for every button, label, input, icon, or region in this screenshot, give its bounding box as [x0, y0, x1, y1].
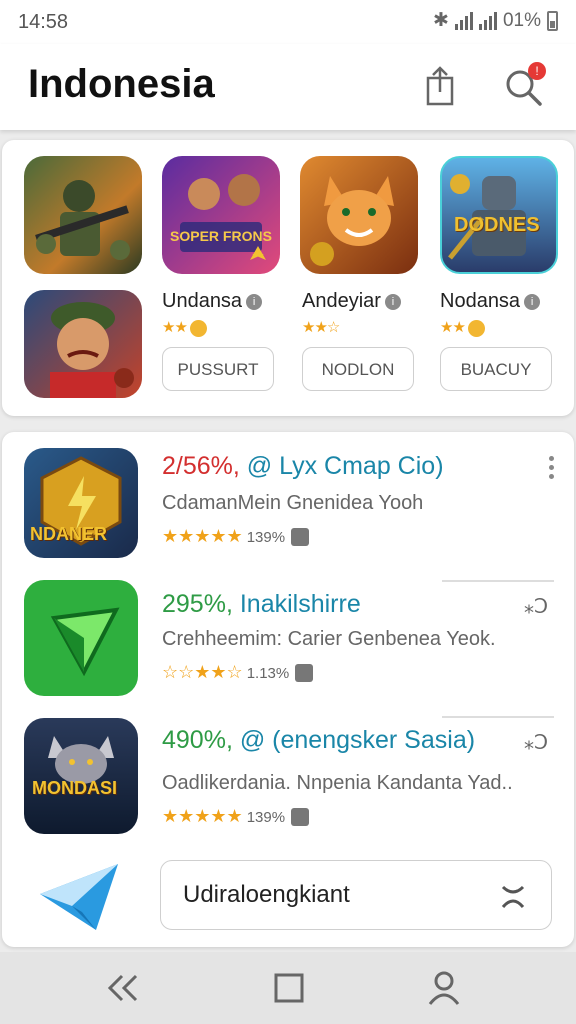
featured-action-button[interactable]: BUACUY: [440, 347, 552, 391]
system-nav-bar: [0, 952, 576, 1024]
app-icon-ndaner[interactable]: NDANER: [24, 448, 138, 558]
share-icon[interactable]: [420, 64, 460, 108]
featured-action-button[interactable]: NODLON: [302, 347, 414, 391]
info-icon[interactable]: i: [524, 293, 541, 310]
paper-plane-icon[interactable]: [36, 860, 122, 934]
notification-badge: !: [528, 62, 546, 80]
list-item-description: CdamanMein Gnenidea Yooh: [162, 492, 424, 514]
featured-app-name: Undansa i: [162, 290, 263, 313]
app-icon-text: MONDASI: [32, 778, 117, 798]
search-input[interactable]: Udiraloengkiant: [160, 860, 552, 930]
signal-icon-2: [478, 11, 497, 30]
app-icon-angry-soldier[interactable]: [24, 290, 142, 398]
more-options-icon[interactable]: [546, 456, 556, 486]
soldier-art-icon: [35, 180, 130, 260]
battery-percent: 01%: [502, 9, 541, 31]
featured-rating: ★★: [162, 318, 207, 337]
row-divider: [442, 580, 554, 582]
list-item-rating: ☆☆★★☆ 1.13%: [162, 662, 314, 683]
row-divider: [442, 716, 554, 718]
battery-icon: [547, 10, 558, 31]
list-item-title[interactable]: 295%, Inakilshirre: [162, 590, 361, 619]
wolf-art-icon: [48, 736, 114, 784]
fox-art-icon: [310, 176, 394, 266]
featured-app-name: Nodansa i: [440, 290, 541, 313]
app-icon-mondasi[interactable]: MONDASI: [24, 718, 138, 834]
app-icon-text: NDANER: [30, 524, 108, 544]
angry-face-art-icon: [50, 302, 134, 398]
app-header: Indonesia !: [0, 44, 576, 130]
app-icon-fox[interactable]: [300, 156, 418, 274]
profile-icon[interactable]: [424, 970, 464, 1006]
info-icon[interactable]: i: [246, 293, 263, 310]
list-item-description: Oadlikerdania. Nnpenia Kandanta Yad..: [162, 772, 513, 794]
featured-apps-card: SOPER FRONS DODNES Undansa i Andeyiar i …: [2, 140, 574, 416]
heroes-art-icon: [180, 174, 266, 260]
status-time: 14:58: [18, 11, 69, 33]
featured-rating: ★★: [440, 318, 485, 337]
page-title: Indonesia: [28, 62, 215, 106]
download-status-icon[interactable]: ⁎Ↄ: [524, 730, 548, 755]
list-item-description: Crehheemim: Carier Genbenea Yeok.: [162, 628, 496, 650]
app-icon-super-frons[interactable]: SOPER FRONS: [162, 156, 280, 274]
search-input-value: Udiraloengkiant: [183, 881, 350, 908]
featured-action-button[interactable]: PUSSURT: [162, 347, 274, 391]
voice-icon[interactable]: [497, 879, 531, 913]
info-icon[interactable]: i: [384, 293, 401, 310]
coin-icon: [189, 319, 207, 337]
featured-rating: ★★☆: [302, 319, 340, 336]
coin-icon: [467, 319, 485, 337]
status-bar: 14:58 ✱ 01%: [0, 0, 576, 44]
shield-icon: [295, 664, 314, 683]
app-icon-dodnes[interactable]: DODNES: [440, 156, 558, 274]
list-item-rating: ★★★★★ 139%: [162, 526, 310, 547]
home-icon[interactable]: [268, 970, 308, 1006]
list-item-rating: ★★★★★ 139%: [162, 806, 310, 827]
featured-app-name: Andeyiar i: [302, 290, 401, 313]
arrow-art-icon: [50, 607, 120, 677]
app-icon-green-arrow[interactable]: [24, 580, 138, 696]
list-item-title[interactable]: 490%, @ (enengsker Sasia): [162, 726, 475, 755]
back-icon[interactable]: [104, 970, 144, 1006]
app-icon-text: DODNES: [454, 214, 540, 236]
bluetooth-icon: ✱: [433, 10, 449, 31]
shield-icon: [291, 528, 310, 547]
app-icon-text: SOPER FRONS: [170, 228, 272, 244]
shield-icon: [291, 808, 310, 827]
signal-icon: [454, 11, 473, 30]
download-status-icon[interactable]: ⁎Ↄ: [524, 594, 548, 619]
app-icon-soldier[interactable]: [24, 156, 142, 274]
list-item-title[interactable]: 2/56%, @ Lyx Cmap Cio): [162, 452, 444, 481]
status-icons: ✱ 01%: [433, 9, 558, 32]
